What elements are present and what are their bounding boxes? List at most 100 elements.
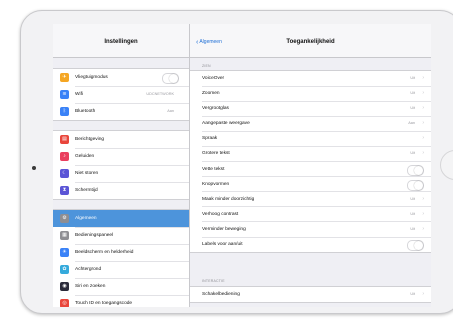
settings-sidebar: Instellingen ✈ Vliegtuigmodus ≋ Wifi UDCNETW… <box>53 24 190 307</box>
sidebar-item-value: Aan <box>167 109 174 113</box>
detail-navbar: ‹Algemeen Toegankelijkheid <box>190 24 431 58</box>
display-icon: ☀ <box>60 248 69 257</box>
sidebar-group-connectivity: ✈ Vliegtuigmodus ≋ Wifi UDCNETWORK ᛒ Bluetooth… <box>53 68 189 121</box>
labels-voor-aan-uit-toggle[interactable] <box>407 240 424 252</box>
vette-tekst-toggle[interactable] <box>407 164 424 176</box>
setting-label: Schakelbediening <box>202 292 240 297</box>
setting-value: Uit <box>410 211 415 216</box>
setting-row-zoomen[interactable]: Zoomen Uit › <box>190 86 431 102</box>
chevron-right-icon: › <box>422 135 424 142</box>
fingerprint-icon: ◎ <box>60 299 69 307</box>
detail-group-interactie: Schakelbediening Uit › <box>190 286 431 304</box>
setting-label: Spraak <box>202 136 218 142</box>
sidebar-item-niet-storen[interactable]: ☾ Niet storen <box>53 165 189 182</box>
sidebar-item-label: Geluiden <box>75 154 95 159</box>
sidebar-title: Instellingen <box>104 39 138 45</box>
sounds-icon: ♪ <box>60 152 69 161</box>
moon-icon: ☾ <box>60 169 69 178</box>
knopvormen-toggle[interactable] <box>407 179 424 191</box>
wallpaper-icon: ✿ <box>60 265 69 274</box>
sidebar-item-label: Touch ID en toegangscode <box>75 301 133 306</box>
sidebar-item-label: Berichtgeving <box>75 137 105 142</box>
setting-label: Verhoog contrast <box>202 211 239 217</box>
sidebar-item-label: Schermtijd <box>75 188 98 193</box>
sidebar-item-schermtijd[interactable]: ⧗ Schermtijd <box>53 182 189 199</box>
siri-icon: ◉ <box>60 282 69 291</box>
section-header-interactie: INTERACTIE <box>202 279 225 283</box>
sidebar-item-berichtgeving[interactable]: ▤ Berichtgeving <box>53 131 189 148</box>
setting-value: Aan <box>408 121 415 126</box>
setting-row-verhoog-contrast[interactable]: Verhoog contrast Uit › <box>190 207 431 222</box>
setting-row-vette-tekst[interactable]: Vette tekst <box>190 162 431 177</box>
sidebar-item-geluiden[interactable]: ♪ Geluiden <box>53 148 189 165</box>
setting-label: Grotere tekst <box>202 151 230 157</box>
setting-value: Uit <box>410 196 415 201</box>
sidebar-item-vliegtuigmodus[interactable]: ✈ Vliegtuigmodus <box>53 69 189 86</box>
chevron-right-icon: › <box>422 150 424 157</box>
setting-label: Aangepaste weergave <box>202 121 250 127</box>
sidebar-item-bluetooth[interactable]: ᛒ Bluetooth Aan <box>53 103 189 120</box>
chevron-right-icon: › <box>422 210 424 217</box>
sidebar-item-label: Achtergrond <box>75 267 102 272</box>
sidebar-group-general: ⚙ Algemeen ▦ Bedieningspaneel ☀ Beeldscherm e… <box>53 209 189 307</box>
airplane-mode-toggle[interactable] <box>162 73 179 84</box>
setting-label: Labels voor aan/uit <box>202 242 243 248</box>
sidebar-item-value: UDCNETWORK <box>146 92 174 96</box>
bluetooth-icon: ᛒ <box>60 107 69 116</box>
setting-row-schakelbediening[interactable]: Schakelbediening Uit › <box>190 287 431 302</box>
section-header-zien: ZIEN <box>202 64 211 68</box>
setting-label: Vette tekst <box>202 166 225 172</box>
setting-label: Knopvormen <box>202 181 230 187</box>
sidebar-item-label: Vliegtuigmodus <box>75 75 108 80</box>
chevron-right-icon: › <box>422 90 424 97</box>
sidebar-item-label: Algemeen <box>75 216 97 221</box>
camera-icon <box>32 166 36 170</box>
airplane-icon: ✈ <box>60 73 69 82</box>
sidebar-group-notifications: ▤ Berichtgeving ♪ Geluiden ☾ Niet storen ⧗ Sche… <box>53 130 189 200</box>
hourglass-icon: ⧗ <box>60 186 69 195</box>
detail-title: Toegankelijkheid <box>286 39 335 45</box>
setting-value: Uit <box>410 151 415 156</box>
setting-row-grotere-tekst[interactable]: Grotere tekst Uit › <box>190 146 431 162</box>
chevron-right-icon: › <box>422 120 424 127</box>
setting-value: Uit <box>410 292 415 296</box>
sidebar-item-touch-id-en-toegangscode[interactable]: ◎ Touch ID en toegangscode <box>53 295 189 307</box>
detail-group-zien: VoiceOver Uit › Zoomen Uit › Vergrootglas Uit › A… <box>190 70 431 254</box>
screen: 10:58 Do 29 nov. ≋ 72 % Instellingen ✈Vl… <box>53 24 431 307</box>
notifications-icon: ▤ <box>60 135 69 144</box>
setting-row-voiceover[interactable]: VoiceOver Uit › <box>190 71 431 87</box>
setting-row-verminder-beweging[interactable]: Verminder beweging Uit › <box>190 222 431 238</box>
setting-row-spraak[interactable]: Spraak › <box>190 131 431 147</box>
setting-value: Uit <box>410 76 415 80</box>
setting-value: Uit <box>410 91 415 96</box>
setting-label: Verminder beweging <box>202 226 246 232</box>
setting-value: Uit <box>410 106 415 111</box>
sidebar-item-algemeen[interactable]: ⚙ Algemeen <box>53 210 189 227</box>
chevron-right-icon: › <box>422 291 424 297</box>
control-center-icon: ▦ <box>60 231 69 240</box>
sidebar-item-siri-en-zoeken[interactable]: ◉ Siri en zoeken <box>53 278 189 295</box>
setting-label: Maak minder doorzichtig <box>202 196 255 202</box>
wifi-icon: ≋ <box>60 90 69 99</box>
accessibility-pane: ‹Algemeen Toegankelijkheid ZIEN VoiceOve… <box>190 24 431 307</box>
sidebar-navbar: Instellingen <box>53 24 189 58</box>
setting-row-vergrootglas[interactable]: Vergrootglas Uit › <box>190 101 431 117</box>
sidebar-item-label: Beeldscherm en helderheid <box>75 250 134 255</box>
sidebar-item-wifi[interactable]: ≋ Wifi UDCNETWORK <box>53 86 189 103</box>
chevron-right-icon: › <box>422 105 424 112</box>
chevron-right-icon: › <box>422 225 424 232</box>
sidebar-item-bedieningspaneel[interactable]: ▦ Bedieningspaneel <box>53 227 189 244</box>
setting-row-labels-voor-aan-uit[interactable]: Labels voor aan/uit <box>190 237 431 252</box>
chevron-right-icon: › <box>422 75 424 81</box>
sidebar-item-label: Niet storen <box>75 171 99 176</box>
sidebar-item-beeldscherm-en-helderheid[interactable]: ☀ Beeldscherm en helderheid <box>53 244 189 261</box>
chevron-right-icon: › <box>422 195 424 202</box>
setting-row-aangepaste-weergave[interactable]: Aangepaste weergave Aan › <box>190 116 431 132</box>
setting-row-maak-minder-doorzichtig[interactable]: Maak minder doorzichtig Uit › <box>190 192 431 207</box>
sidebar-item-label: Bluetooth <box>75 109 96 114</box>
sidebar-item-achtergrond[interactable]: ✿ Achtergrond <box>53 261 189 278</box>
setting-label: VoiceOver <box>202 76 225 81</box>
setting-row-knopvormen[interactable]: Knopvormen <box>190 177 431 192</box>
gear-icon: ⚙ <box>60 214 69 223</box>
setting-value: Uit <box>410 226 415 231</box>
